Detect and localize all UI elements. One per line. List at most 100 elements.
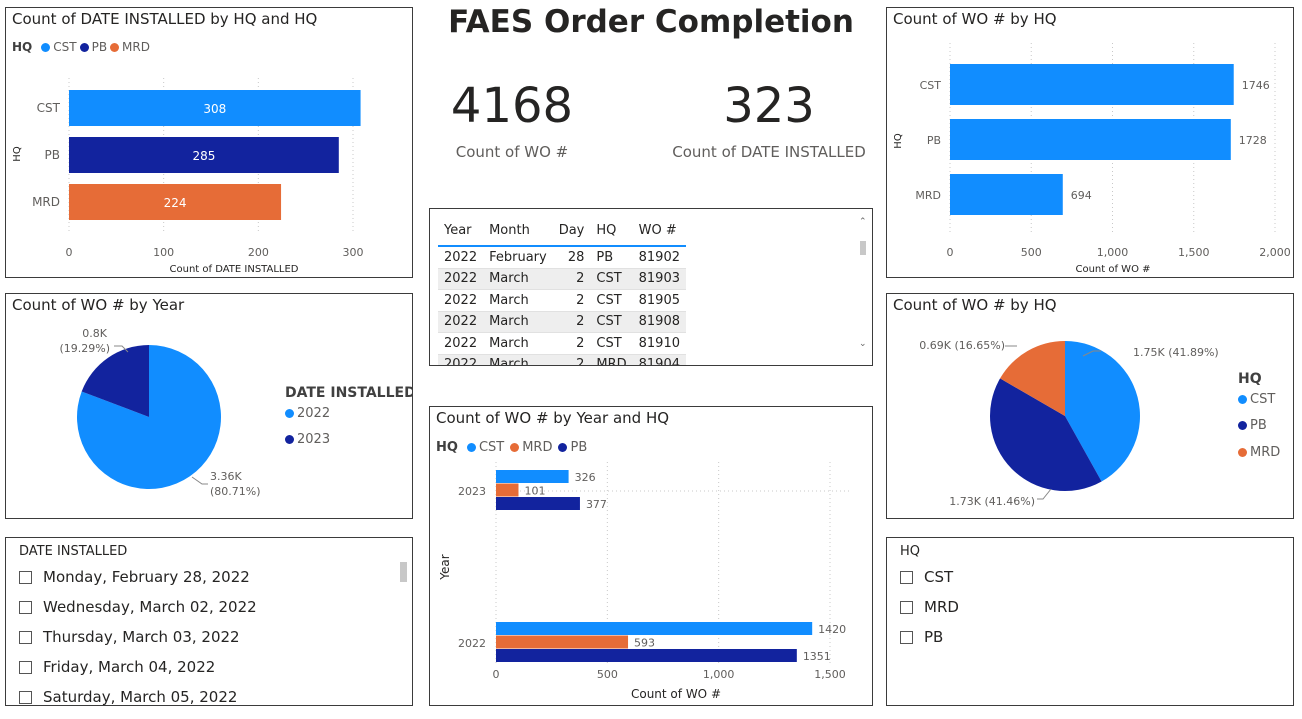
chart-wo-by-hq-pie[interactable]: Count of WO # by HQ 1.75K (41.89%) 1.73K …	[886, 293, 1294, 519]
x-tick-label: 0	[947, 246, 954, 259]
slicer-item-label: Thursday, March 03, 2022	[43, 628, 240, 646]
column-header[interactable]: HQ	[590, 215, 633, 247]
checkbox[interactable]	[19, 660, 32, 674]
chart-date-installed-by-hq[interactable]: Count of DATE INSTALLED by HQ and HQ HQ …	[5, 7, 413, 278]
slicer-item[interactable]: PB	[900, 628, 943, 646]
data-label: (80.71%)	[210, 485, 261, 498]
chart-wo-by-year-pie[interactable]: Count of WO # by Year 3.36K (80.71%) 0.8K(…	[5, 293, 413, 519]
scroll-up-icon[interactable]: ⌃	[859, 217, 867, 227]
table-row[interactable]: 2022 March 2 MRD 81904	[438, 354, 686, 365]
x-tick-label: 0	[66, 246, 73, 259]
data-table[interactable]: Year Month Day HQ WO # 2022 February 28 PB 8…	[429, 208, 873, 366]
slicer-scroll-thumb[interactable]	[400, 562, 407, 582]
table-cell: 81902	[632, 246, 686, 269]
slicer-item[interactable]: CST	[900, 568, 953, 586]
x-axis-title: Count of WO #	[631, 687, 721, 701]
scroll-down-icon[interactable]: ⌄	[859, 339, 867, 349]
date-installed-slicer[interactable]: DATE INSTALLED Monday, February 28, 2022…	[5, 537, 413, 706]
slicer-item[interactable]: MRD	[900, 598, 959, 616]
x-tick-label: 1,500	[814, 668, 846, 681]
scroll-thumb[interactable]	[860, 241, 866, 255]
table-cell: March	[483, 332, 553, 355]
table-row[interactable]: 2022 March 2 CST 81905	[438, 289, 686, 312]
y-axis-title: HQ	[12, 146, 23, 162]
x-axis-title: Count of DATE INSTALLED	[170, 264, 299, 275]
card-date-installed-label: Count of DATE INSTALLED	[672, 143, 866, 161]
table-cell: 28	[552, 246, 591, 269]
table-cell: 2022	[438, 354, 484, 365]
column-header[interactable]: Day	[552, 215, 591, 247]
data-label: 694	[1071, 189, 1092, 202]
checkbox[interactable]	[900, 630, 913, 644]
x-tick-label: 100	[153, 246, 174, 259]
column-header[interactable]: WO #	[632, 215, 686, 247]
checkbox[interactable]	[900, 570, 913, 584]
y-tick-label: MRD	[915, 189, 941, 202]
table-cell: March	[483, 268, 553, 290]
y-tick-label: CST	[37, 101, 61, 115]
data-label: 377	[586, 498, 607, 511]
checkbox[interactable]	[19, 690, 32, 704]
data-label: (19.29%)	[59, 342, 110, 355]
y-tick-label: 2022	[458, 637, 486, 650]
legend-dot	[285, 435, 294, 444]
bar-pb	[950, 119, 1231, 160]
bar-mrd	[950, 174, 1063, 215]
page-title: FAES Order Completion	[448, 4, 854, 40]
slicer-item-label: PB	[924, 628, 944, 646]
bar-2023-mrd	[496, 483, 519, 497]
slicer-item[interactable]: Wednesday, March 02, 2022	[19, 598, 257, 616]
table-cell: March	[483, 354, 553, 365]
slicer-item[interactable]: Thursday, March 03, 2022	[19, 628, 240, 646]
table-row[interactable]: 2022 March 2 CST 81908	[438, 311, 686, 333]
x-tick-label: 1,000	[703, 668, 735, 681]
slicer-item-label: Wednesday, March 02, 2022	[43, 598, 257, 616]
legend-item-2022: 2022	[285, 406, 330, 421]
data-label: 1728	[1239, 134, 1267, 147]
y-tick-label: PB	[927, 134, 941, 147]
table-cell: 81908	[632, 311, 686, 333]
pie-chart-svg: 1.75K (41.89%) 1.73K (41.46%) 0.69K (16.65…	[919, 339, 1218, 508]
checkbox[interactable]	[19, 600, 32, 614]
x-tick-label: 500	[597, 668, 618, 681]
chart-wo-by-hq-bar[interactable]: Count of WO # by HQ 0 500 1,000 1,500 2,000 1…	[886, 7, 1294, 278]
scrollbar[interactable]: ⌃ ⌄	[859, 217, 867, 349]
legend-label: CST	[1250, 392, 1276, 407]
table-cell: March	[483, 289, 553, 312]
chart-wo-by-year-and-hq[interactable]: Count of WO # by Year and HQ HQ CST MRD …	[429, 406, 873, 706]
table-row[interactable]: 2022 March 2 CST 81903	[438, 268, 686, 290]
table-cell: 2	[552, 311, 591, 333]
slicer-item[interactable]: Saturday, March 05, 2022	[19, 688, 237, 705]
legend-label: PB	[1250, 418, 1267, 433]
data-label: 101	[524, 485, 545, 498]
slicer-item[interactable]: Monday, February 28, 2022	[19, 568, 250, 586]
data-label: 1.73K (41.46%)	[949, 495, 1035, 508]
slicer-title: HQ	[900, 544, 921, 559]
checkbox[interactable]	[900, 600, 913, 614]
legend-dot	[1238, 421, 1247, 430]
table-cell: 2	[552, 268, 591, 290]
checkbox[interactable]	[19, 630, 32, 644]
bar-chart-svg: 0 500 1,000 1,500 2023 326 101 377 2022 1420 593 13…	[438, 462, 852, 701]
table-cell: 2	[552, 289, 591, 312]
x-tick-label: 500	[1021, 246, 1042, 259]
card-date-installed-value: 323	[723, 78, 815, 134]
legend-item-pb: PB	[1238, 418, 1267, 433]
x-axis-title: Count of WO #	[1075, 264, 1150, 275]
hq-slicer[interactable]: HQ CST MRD PB	[886, 537, 1294, 706]
y-axis-title: Year	[438, 554, 452, 580]
card-wo-count-value: 4168	[450, 78, 574, 134]
table-cell: 2022	[438, 332, 484, 355]
legend-item-mrd: MRD	[1238, 445, 1280, 460]
checkbox[interactable]	[19, 570, 32, 584]
table-row[interactable]: 2022 March 2 CST 81910	[438, 332, 686, 355]
data-label: 593	[634, 637, 655, 650]
table-row[interactable]: 2022 February 28 PB 81902	[438, 246, 686, 269]
column-header[interactable]: Month	[483, 215, 553, 247]
table-cell: 2022	[438, 246, 484, 269]
table-cell: CST	[590, 289, 633, 312]
data-label: 285	[192, 149, 215, 163]
slicer-item[interactable]: Friday, March 04, 2022	[19, 658, 215, 676]
data-label: 308	[203, 102, 226, 116]
column-header[interactable]: Year	[438, 215, 484, 247]
